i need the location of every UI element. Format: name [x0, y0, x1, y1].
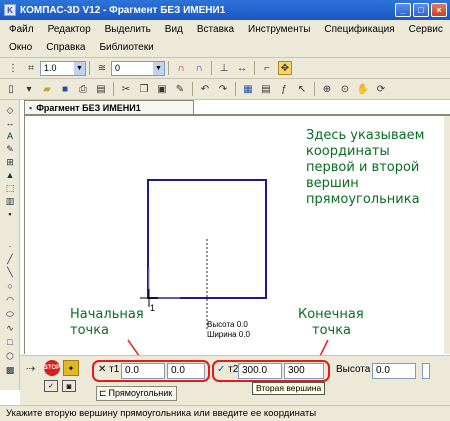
stop-icon[interactable]: STOP — [44, 360, 60, 376]
label-end-line-2: точка — [312, 323, 351, 338]
t2-label-text: т2 — [228, 364, 239, 375]
t2-label: ✓ т2 — [217, 364, 239, 375]
t1-label-text: т1 — [109, 364, 120, 375]
label-start-line-2: точка — [70, 323, 109, 338]
annotation-line-3: первой и второй — [306, 160, 419, 175]
height-label: Высота — [336, 364, 371, 375]
hint-tooltip: Вторая вершина — [252, 382, 326, 395]
tab-rectangle[interactable]: ⊏ Прямоугольник — [96, 386, 178, 401]
annotation-line-2: координаты — [306, 144, 390, 159]
status-bar: Укажите вторую вершину прямоугольника ил… — [0, 405, 450, 421]
t1-label: ✕ т1 — [98, 364, 120, 375]
auto-create-icon[interactable]: ✦ — [63, 360, 79, 376]
label-start-line-1: Начальная — [70, 307, 144, 322]
height-lock-toggle[interactable] — [422, 363, 430, 379]
label-end-line-1: Конечная — [298, 307, 364, 322]
snapshot-icon[interactable]: ◙ — [62, 380, 76, 392]
t1-x-input[interactable]: 0.0 — [121, 363, 165, 379]
t2-y-input[interactable]: 300 — [284, 363, 324, 379]
properties-panel: ⇢ STOP ✦ ✓ ◙ ✕ т1 0.0 0.0 ✓ т2 300.0 300… — [20, 355, 450, 405]
t1-y-input[interactable]: 0.0 — [167, 363, 205, 379]
annotation-line-1: Здесь указываем — [306, 128, 424, 143]
t2-x-input[interactable]: 300.0 — [238, 363, 282, 379]
annotation-line-5: прямоугольника — [306, 192, 420, 207]
panel-pin-icon[interactable]: ⇢ — [26, 362, 35, 375]
annotation-line-4: вершин — [306, 176, 359, 191]
height-input[interactable]: 0.0 — [372, 363, 416, 379]
rectangle-tab-label: Прямоугольник — [108, 388, 173, 398]
corner-number: 1 — [150, 303, 155, 313]
apply-icon[interactable]: ✓ — [44, 380, 58, 392]
rectangle-tab-icon: ⊏ — [99, 388, 107, 398]
tooltip-height: Высота 0.0 — [207, 320, 248, 329]
tooltip-width: Ширина 0.0 — [207, 330, 250, 339]
